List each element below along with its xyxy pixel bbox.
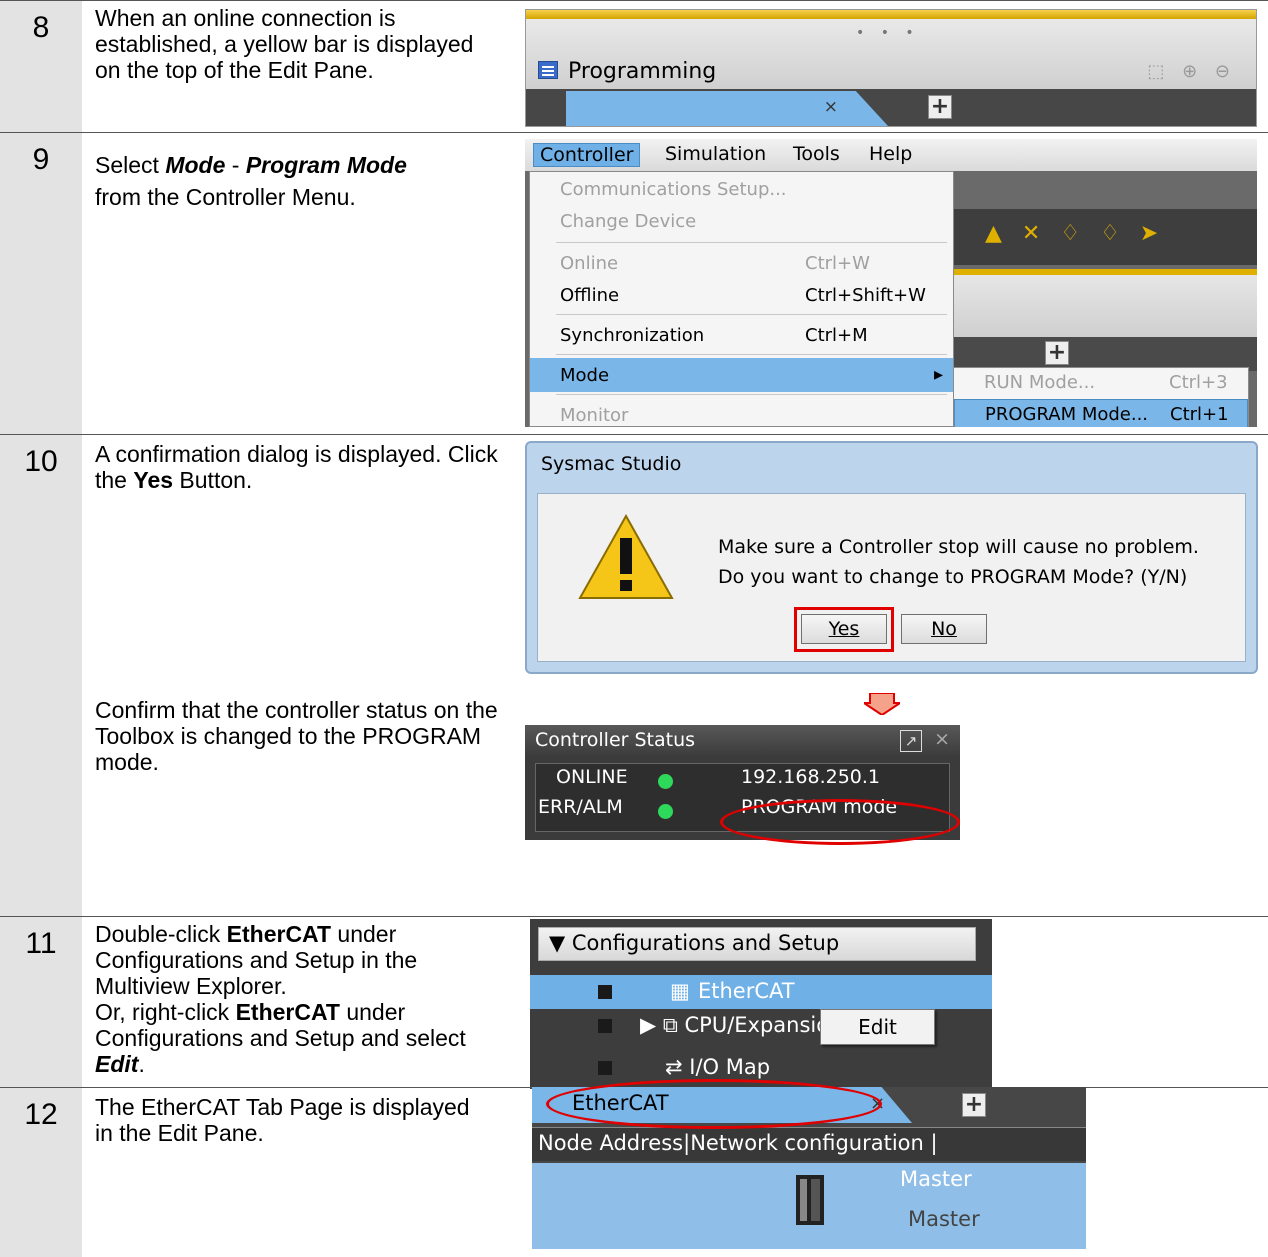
menu-bar: Controller Simulation Tools Help (525, 139, 1257, 171)
menu-item-mode[interactable]: Mode ▸ (530, 358, 953, 392)
submenu-program-mode[interactable]: PROGRAM Mode... Ctrl+1 (954, 399, 1248, 427)
step-number: 9 (0, 133, 82, 434)
tab-close-icon[interactable]: × (824, 97, 838, 117)
menu-item-change-device[interactable]: Change Device (530, 204, 953, 238)
tree-item-label: ⇄ I/O Map (665, 1055, 771, 1079)
controller-dropdown: Communications Setup... Change Device On… (529, 171, 954, 427)
menu-item-online[interactable]: Online Ctrl+W (530, 246, 953, 280)
master-label: Master (900, 1167, 972, 1191)
dialog-body: Make sure a Controller stop will cause n… (537, 493, 1246, 662)
step-description: Select Mode - Program Mode from the Cont… (95, 152, 407, 210)
checkbox[interactable] (598, 985, 612, 999)
checkbox[interactable] (598, 1019, 612, 1033)
menu-separator (556, 394, 947, 395)
close-icon[interactable]: × (934, 728, 950, 750)
multiview-explorer: ▼ Configurations and Setup ▦ EtherCAT ▶ … (530, 919, 992, 1089)
zoom-icons[interactable]: ⬚ ⊕ ⊖ (1147, 61, 1236, 82)
menu-item-monitor[interactable]: Monitor (530, 398, 953, 427)
tab-bar: × + (526, 89, 1256, 126)
controller-status-title: Controller Status (535, 729, 696, 751)
context-menu-edit[interactable]: Edit (820, 1009, 935, 1045)
online-yellow-bar (526, 10, 1256, 19)
submenu-run-mode[interactable]: RUN Mode... Ctrl+3 (954, 368, 1248, 398)
ethercat-icon: ▦ (670, 979, 690, 1003)
grip-dots-icon: • • • (856, 25, 920, 41)
menu-help[interactable]: Help (869, 143, 912, 165)
menu-separator (556, 314, 947, 315)
controller-status-panel: Controller Status ↗ × ONLINE 192.168.250… (525, 725, 960, 845)
add-tab-button[interactable]: + (962, 1093, 986, 1117)
pane-header: • • • Programming ⬚ ⊕ ⊖ (526, 19, 1256, 91)
configurations-header[interactable]: ▼ Configurations and Setup (538, 927, 976, 961)
dialog-message: Make sure a Controller stop will cause n… (718, 536, 1199, 588)
add-tab-button[interactable]: + (1045, 341, 1069, 365)
step-number: 8 (0, 1, 82, 132)
step-description: The EtherCAT Tab Page is displayed in th… (95, 1094, 470, 1146)
err-status-dot (658, 804, 673, 819)
step-number: 10 (0, 435, 82, 916)
menu-item-communications-setup[interactable]: Communications Setup... (530, 172, 953, 206)
confirmation-dialog: Sysmac Studio Make sure a Controller sto… (525, 441, 1258, 674)
network-configuration-area: Master Master (532, 1163, 1086, 1249)
menu-item-offline[interactable]: Offline Ctrl+Shift+W (530, 278, 953, 312)
toolbar-background: ▲✕♢♢➤ (945, 209, 1257, 265)
checkbox[interactable] (598, 1061, 612, 1075)
tree-item-ethercat[interactable]: ▦ EtherCAT (530, 975, 992, 1009)
ethercat-tab-highlight-ellipse (546, 1079, 882, 1129)
confirm-description: Confirm that the controller status on th… (95, 697, 498, 775)
err-alm-label: ERR/ALM (538, 796, 623, 818)
menu-separator (556, 242, 947, 243)
column-header: Node Address|Network configuration | (532, 1127, 1086, 1161)
step-description: When an online connection is established… (95, 5, 474, 83)
step-description: A confirmation dialog is displayed. Clic… (95, 441, 498, 493)
tree-item-label: EtherCAT (698, 979, 795, 1003)
controller-menu-screenshot: Controller Simulation Tools Help ▲✕♢♢➤ +… (525, 139, 1257, 427)
menu-separator (556, 354, 947, 355)
step-10-row: 10 A confirmation dialog is displayed. C… (0, 434, 1268, 916)
controller-status-header: Controller Status ↗ × (525, 725, 960, 757)
master-device-icon (796, 1175, 824, 1225)
step-11-row: 11 Double-click EtherCAT under Configura… (0, 916, 1268, 1094)
step-number: 12 (0, 1088, 82, 1257)
step-description: Double-click EtherCAT under Configuratio… (95, 921, 466, 1077)
add-tab-button[interactable]: + (928, 95, 952, 119)
online-status-dot (658, 774, 673, 789)
mode-submenu: RUN Mode... Ctrl+3 PROGRAM Mode... Ctrl+1 (953, 367, 1249, 427)
submenu-arrow-icon: ▸ (933, 364, 943, 385)
yes-highlight-box (794, 607, 894, 652)
float-icon[interactable]: ↗ (900, 730, 922, 752)
menu-simulation[interactable]: Simulation (665, 143, 766, 165)
dialog-title: Sysmac Studio (541, 453, 682, 475)
pane-background (945, 275, 1257, 337)
menu-controller[interactable]: Controller (533, 143, 641, 167)
programming-icon (538, 61, 558, 79)
menu-tools[interactable]: Tools (793, 143, 840, 165)
edit-tab[interactable]: × (566, 91, 888, 126)
tab-background: + (945, 337, 1257, 371)
ip-address: 192.168.250.1 (741, 766, 881, 788)
menu-item-synchronization[interactable]: Synchronization Ctrl+M (530, 318, 953, 352)
master-sublabel: Master (908, 1207, 980, 1231)
step-9-row: 9 Select Mode - Program Mode from the Co… (0, 132, 1268, 434)
edit-pane-screenshot: • • • Programming ⬚ ⊕ ⊖ × + (525, 9, 1257, 127)
down-arrow-icon (864, 693, 900, 715)
warning-icon (578, 514, 674, 599)
step-number: 11 (0, 917, 82, 1094)
toolbar-icons: ▲✕♢♢➤ (985, 221, 1179, 246)
step-8-row: 8 When an online connection is establish… (0, 0, 1268, 132)
ethercat-tab-screenshot: EtherCAT × + Node Address|Network config… (532, 1079, 1086, 1249)
pane-title: Programming (568, 59, 717, 84)
step-12-row: 12 The EtherCAT Tab Page is displayed in… (0, 1079, 1268, 1257)
no-button[interactable]: No (901, 614, 987, 644)
mode-highlight-ellipse (720, 799, 960, 845)
online-label: ONLINE (556, 766, 628, 788)
